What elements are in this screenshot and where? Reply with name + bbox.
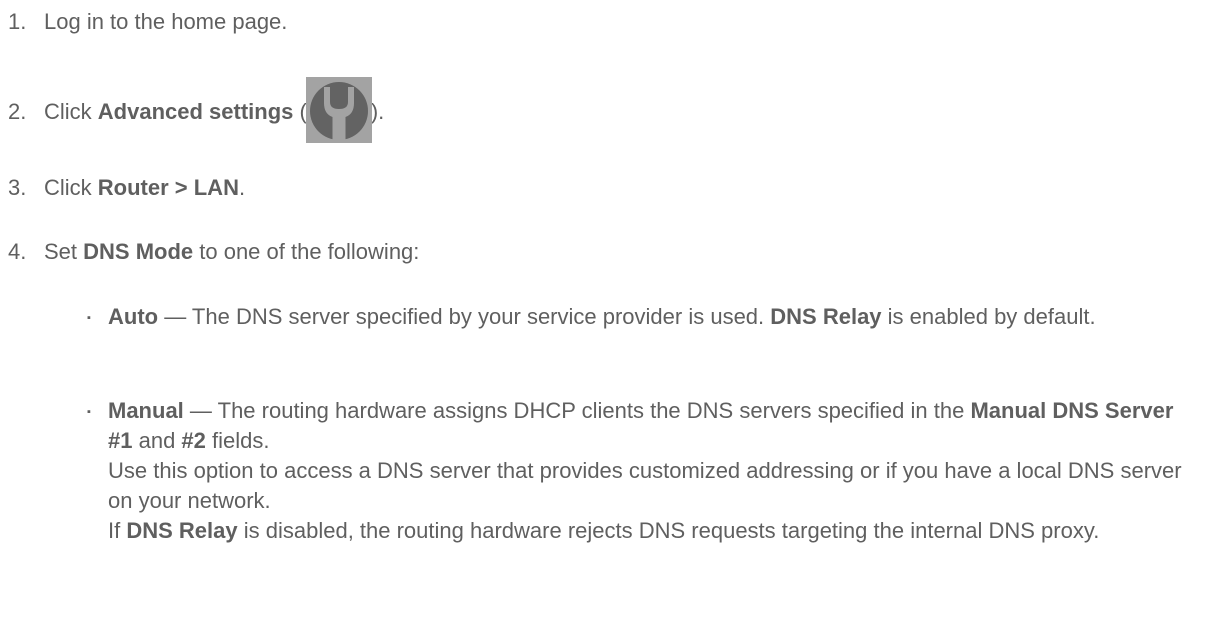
- bullet-marker: ▪: [87, 406, 91, 418]
- bullet-text: — The DNS server specified by your servi…: [158, 304, 771, 329]
- manual-term: Manual: [108, 398, 184, 423]
- bullet-auto: Auto — The DNS server specified by your …: [108, 302, 1188, 332]
- bullet-text: is enabled by default.: [881, 304, 1096, 329]
- bullet-text: If: [108, 518, 127, 543]
- dns-mode-label: DNS Mode: [83, 239, 194, 264]
- step-3: 3. Click Router > LAN.: [8, 174, 245, 202]
- step-number: 3.: [8, 175, 27, 200]
- bullet-text: — The routing hardware assigns DHCP clie…: [183, 398, 971, 423]
- step-number: 2.: [8, 98, 27, 124]
- step-1: 1. Log in to the home page.: [8, 8, 287, 36]
- step-text-end: to one of the following:: [193, 239, 420, 264]
- bullet-text: and: [132, 428, 182, 453]
- step-text: Log in to the home page.: [44, 9, 288, 34]
- manual-paragraph-2: Use this option to access a DNS server t…: [108, 458, 1182, 513]
- step-number: 4.: [8, 239, 27, 264]
- advanced-settings-label: Advanced settings: [97, 98, 294, 124]
- step-text: Set: [44, 239, 84, 264]
- step-text-paren: (: [293, 98, 307, 124]
- step-4: 4. Set DNS Mode to one of the following:: [8, 238, 419, 266]
- bullet-text: fields.: [205, 428, 270, 453]
- manual-paragraph-1: Manual — The routing hardware assigns DH…: [108, 396, 1188, 456]
- wrench-icon: [305, 77, 372, 143]
- step-number: 1.: [8, 9, 27, 34]
- step-text-end: .: [238, 175, 246, 200]
- step-text: Click: [44, 98, 98, 124]
- router-lan-label: Router > LAN: [97, 175, 239, 200]
- dns-server-2-term: #2: [181, 428, 206, 453]
- bullet-text: is disabled, the routing hardware reject…: [237, 518, 1100, 543]
- step-text-end: ).: [370, 98, 385, 124]
- auto-term: Auto: [108, 304, 159, 329]
- step-2: 2. Click Advanced settings ( ).: [8, 77, 385, 146]
- dns-relay-term: DNS Relay: [126, 518, 238, 543]
- step-text: Click: [44, 175, 98, 200]
- manual-paragraph-3: If DNS Relay is disabled, the routing ha…: [108, 516, 1188, 546]
- bullet-manual: Manual — The routing hardware assigns DH…: [108, 396, 1188, 546]
- bullet-marker: ▪: [87, 312, 91, 324]
- dns-relay-term: DNS Relay: [770, 304, 882, 329]
